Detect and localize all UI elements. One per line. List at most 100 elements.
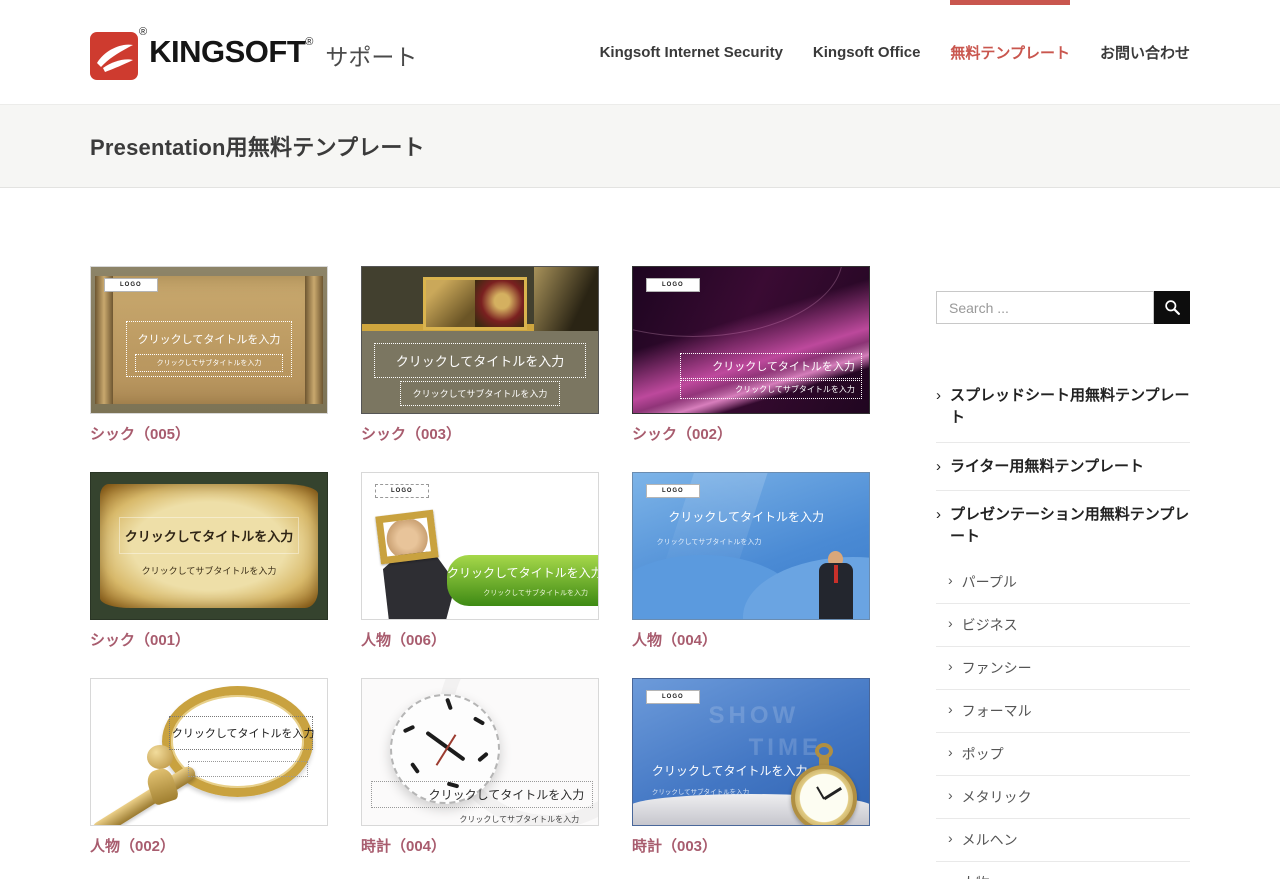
template-card-chic-001[interactable]: クリックしてタイトルを入力 クリックしてサブタイトルを入力 シック（001） — [90, 472, 328, 652]
sidebar-item-label: ポップ — [961, 745, 1004, 762]
photo-graphic — [534, 267, 598, 332]
sidebar-item-writer-templates[interactable]: › ライター用無料テンプレート — [936, 443, 1190, 492]
template-card-person-002[interactable]: クリックしてタイトルを入力 人物（002） — [90, 678, 328, 858]
template-card-clock-003[interactable]: LOGO SHOW TIME クリックしてタイトルを入力 クリックしてサブタイト… — [632, 678, 870, 858]
sidebar-item-business[interactable]: › ビジネス — [936, 604, 1190, 647]
scroll-roll — [95, 276, 113, 404]
slide-title: クリックしてタイトルを入力 — [137, 334, 281, 347]
template-name[interactable]: シック（005） — [90, 424, 328, 446]
slide-title: クリックしてタイトルを入力 — [651, 764, 808, 779]
chevron-right-icon: › — [948, 614, 953, 631]
chevron-right-icon: › — [948, 829, 953, 846]
template-name[interactable]: シック（002） — [632, 424, 870, 446]
chevron-right-icon: › — [936, 387, 941, 404]
photo-strip-graphic — [423, 277, 528, 330]
template-name[interactable]: 人物（004） — [632, 630, 870, 652]
chevron-right-icon: › — [936, 457, 941, 475]
template-name[interactable]: シック（001） — [90, 630, 328, 652]
clock-hand — [823, 787, 842, 801]
main-nav: Kingsoft Internet Security Kingsoft Offi… — [570, 0, 1190, 104]
clock-tick — [445, 697, 454, 711]
sidebar-item-fancy[interactable]: › ファンシー — [936, 647, 1190, 690]
sidebar-item-metallic[interactable]: › メタリック — [936, 776, 1190, 819]
sidebar-item-person[interactable]: › 人物 — [936, 862, 1190, 879]
clock-tick — [402, 725, 416, 734]
clock-hand — [425, 731, 466, 762]
nav-contact[interactable]: お問い合わせ — [1100, 0, 1190, 104]
chevron-right-icon: › — [948, 657, 953, 674]
slide-subtitle: クリックしてサブタイトルを入力 — [483, 589, 588, 597]
template-name[interactable]: 人物（002） — [90, 836, 328, 858]
magnifier-handle-graphic — [91, 763, 199, 825]
clock-tick — [477, 751, 489, 763]
green-band-graphic: クリックしてタイトルを入力 クリックしてサブタイトルを入力 — [446, 554, 598, 606]
kingsoft-logo-icon — [90, 32, 138, 80]
sidebar-item-spreadsheet-templates[interactable]: › スプレッドシート用無料テンプレート — [936, 372, 1190, 443]
slide-subtitle: クリックしてサブタイトルを入力 — [656, 539, 762, 547]
sidebar-item-pop[interactable]: › ポップ — [936, 733, 1190, 776]
sidebar-item-label: フォーマル — [961, 702, 1032, 719]
picture-frame-graphic — [375, 509, 439, 565]
sidebar-item-label: メルヘン — [961, 831, 1018, 848]
slide-subtitle: クリックしてサブタイトルを入力 — [651, 788, 750, 796]
sidebar-item-purple[interactable]: › パープル — [936, 561, 1190, 604]
template-card-chic-005[interactable]: LOGO クリックしてタイトルを入力 クリックしてサブタイトルを入力 シック（0… — [90, 266, 328, 446]
template-card-clock-004[interactable]: クリックしてタイトルを入力 クリックしてサブタイトルを入力 時計（004） — [361, 678, 599, 858]
site-header: ® KINGSOFT ® サポート Kingsoft Internet Secu… — [0, 0, 1280, 104]
template-thumbnail[interactable]: LOGO クリックしてタイトルを入力 クリックしてサブタイトルを入力 — [632, 266, 870, 414]
search-input[interactable] — [936, 291, 1154, 324]
template-thumbnail[interactable]: クリックしてタイトルを入力 クリックしてサブタイトルを入力 — [90, 472, 328, 620]
sidebar-item-label: パープル — [961, 573, 1017, 590]
time-watermark: TIME — [748, 734, 822, 762]
template-thumbnail[interactable]: LOGO SHOW TIME クリックしてタイトルを入力 クリックしてサブタイト… — [632, 678, 870, 826]
nav-kingsoft-internet-security[interactable]: Kingsoft Internet Security — [600, 0, 783, 104]
slide-title: クリックしてタイトルを入力 — [371, 781, 594, 808]
template-grid: LOGO クリックしてタイトルを入力 クリックしてサブタイトルを入力 シック（0… — [90, 266, 870, 879]
brand-suffix: サポート — [325, 44, 418, 70]
nav-kingsoft-office[interactable]: Kingsoft Office — [813, 0, 921, 104]
template-card-person-006[interactable]: LOGO クリックしてタイトルを入力 クリックしてサブタイトルを入力 人物（00… — [361, 472, 599, 652]
sidebar-item-formal[interactable]: › フォーマル — [936, 690, 1190, 733]
slide-logo-placeholder: LOGO — [375, 484, 429, 498]
slide-subtitle: クリックしてサブタイトルを入力 — [399, 380, 561, 406]
sidebar: › スプレッドシート用無料テンプレート › ライター用無料テンプレート › プレ… — [936, 291, 1190, 879]
slide-title: クリックしてタイトルを入力 — [668, 510, 825, 525]
sidebar-item-label: スプレッドシート用無料テンプレート — [950, 387, 1190, 426]
template-thumbnail[interactable]: クリックしてタイトルを入力 クリックしてサブタイトルを入力 — [361, 678, 599, 826]
template-name[interactable]: 時計（004） — [361, 836, 599, 858]
sidebar-nav: › スプレッドシート用無料テンプレート › ライター用無料テンプレート › プレ… — [936, 372, 1190, 879]
slide-title: クリックしてタイトルを入力 — [119, 516, 299, 554]
template-card-chic-002[interactable]: LOGO クリックしてタイトルを入力 クリックしてサブタイトルを入力 シック（0… — [632, 266, 870, 446]
template-name[interactable]: 人物（006） — [361, 630, 599, 652]
pocket-watch-graphic — [791, 765, 857, 825]
template-name[interactable]: 時計（003） — [632, 836, 870, 858]
sidebar-item-label: 人物 — [962, 873, 990, 879]
slide-subtitle-box — [187, 760, 309, 777]
sidebar-item-label: ファンシー — [961, 659, 1032, 676]
sidebar-item-label: ビジネス — [961, 616, 1018, 633]
registered-mark: ® — [139, 26, 148, 38]
sidebar-item-fairytale[interactable]: › メルヘン — [936, 819, 1190, 862]
template-thumbnail[interactable]: LOGO クリックしてタイトルを入力 クリックしてサブタイトルを入力 — [361, 472, 599, 620]
template-thumbnail[interactable]: LOGO クリックしてタイトルを入力 クリックしてサブタイトルを入力 — [90, 266, 328, 414]
sidebar-item-label: プレゼンテーション用無料テンプレート — [950, 506, 1190, 545]
search-bar — [936, 291, 1190, 324]
chevron-right-icon: › — [948, 571, 953, 588]
template-thumbnail[interactable]: クリックしてタイトルを入力 クリックしてサブタイトルを入力 — [361, 266, 599, 414]
chevron-right-icon: › — [948, 743, 953, 760]
sidebar-item-label: ライター用無料テンプレート — [950, 457, 1144, 475]
slide-title: クリックしてタイトルを入力 — [680, 353, 862, 379]
slide-logo-placeholder: LOGO — [646, 690, 700, 704]
template-thumbnail[interactable]: クリックしてタイトルを入力 — [90, 678, 328, 826]
template-name[interactable]: シック（003） — [361, 424, 599, 446]
template-card-chic-003[interactable]: クリックしてタイトルを入力 クリックしてサブタイトルを入力 シック（003） — [361, 266, 599, 446]
template-thumbnail[interactable]: LOGO クリックしてタイトルを入力 クリックしてサブタイトルを入力 — [632, 472, 870, 620]
clock-tick — [472, 716, 486, 726]
search-button[interactable] — [1154, 291, 1190, 324]
page-title-band: Presentation用無料テンプレート — [0, 104, 1280, 188]
nav-free-templates[interactable]: 無料テンプレート — [950, 0, 1070, 104]
sidebar-item-presentation-templates[interactable]: › プレゼンテーション用無料テンプレート — [936, 491, 1190, 561]
brand-name: KINGSOFT — [149, 34, 306, 69]
template-card-person-004[interactable]: LOGO クリックしてタイトルを入力 クリックしてサブタイトルを入力 人物（00… — [632, 472, 870, 652]
kingsoft-logo[interactable]: ® KINGSOFT ® サポート — [90, 24, 417, 80]
